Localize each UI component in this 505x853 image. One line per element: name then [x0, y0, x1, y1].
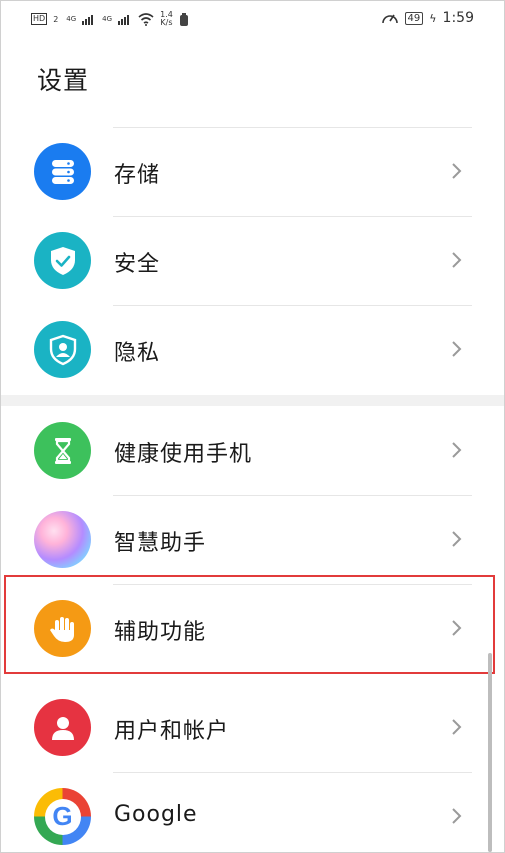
assistant-orb-icon: [34, 511, 91, 568]
hourglass-icon: [34, 422, 91, 479]
settings-item-storage[interactable]: 存储: [1, 127, 504, 216]
divider: [113, 584, 472, 585]
settings-item-smart-assistant[interactable]: 智慧助手: [1, 495, 504, 584]
user-icon: [34, 699, 91, 756]
divider: [113, 216, 472, 217]
divider: [113, 772, 472, 773]
settings-item-privacy[interactable]: 隐私: [1, 305, 504, 394]
settings-item-label: Google: [114, 802, 198, 827]
settings-item-label: 健康使用手机: [114, 442, 253, 467]
battery-indicator: 49: [404, 11, 424, 25]
notification-icon: [179, 12, 188, 26]
net-speed-unit: K/s: [160, 18, 173, 27]
wifi-icon: [138, 12, 154, 26]
settings-item-label: 隐私: [114, 341, 161, 366]
settings-group-1: 存储 安全 隐私: [1, 127, 504, 395]
hand-icon: [34, 600, 91, 657]
status-bar: HD 2 4G 4G 1.4 K/s 49 ϟ 1:59: [1, 1, 504, 41]
chevron-right-icon: [452, 252, 462, 268]
speedometer-icon: [381, 14, 398, 24]
settings-item-digital-balance[interactable]: 健康使用手机: [1, 406, 504, 495]
signal1-label: 4G: [66, 15, 77, 23]
signal-icon-2: [118, 15, 130, 25]
chevron-right-icon: [452, 341, 462, 357]
settings-item-users-accounts[interactable]: 用户和帐户: [1, 683, 504, 772]
settings-item-label: 安全: [114, 252, 161, 277]
chevron-right-icon: [452, 620, 462, 636]
google-g-glyph: G: [44, 798, 81, 835]
chevron-right-icon: [452, 531, 462, 547]
network-speed: 1.4 K/s: [160, 11, 173, 27]
settings-item-label: 智慧助手: [114, 531, 207, 556]
charging-icon: ϟ: [429, 11, 437, 25]
settings-item-label: 辅助功能: [114, 620, 207, 645]
settings-item-security[interactable]: 安全: [1, 216, 504, 305]
signal-icon: [82, 15, 94, 25]
screen: HD 2 4G 4G 1.4 K/s 49 ϟ 1:59 设置 存储 安全 隐私…: [0, 0, 505, 853]
chevron-right-icon: [452, 719, 462, 735]
google-icon: G: [34, 788, 91, 845]
settings-group-2: 健康使用手机 智慧助手 辅助功能 用户和帐户 G Google: [1, 406, 504, 852]
divider: [113, 495, 472, 496]
divider: [113, 305, 472, 306]
shield-check-icon: [34, 232, 91, 289]
settings-item-label: 用户和帐户: [114, 719, 230, 744]
signal2-label: 4G: [102, 15, 113, 23]
divider: [113, 127, 472, 128]
hd-icon: HD: [31, 13, 48, 25]
scrollbar[interactable]: [488, 653, 492, 852]
settings-item-accessibility[interactable]: 辅助功能: [1, 584, 504, 673]
hd-sub-label: 2: [53, 14, 59, 24]
chevron-right-icon: [452, 163, 462, 179]
settings-item-label: 存储: [114, 163, 161, 188]
chevron-right-icon: [452, 442, 462, 458]
privacy-icon: [34, 321, 91, 378]
chevron-right-icon: [452, 808, 462, 824]
storage-icon: [34, 143, 91, 200]
clock: 1:59: [442, 10, 474, 26]
header: 设置: [1, 41, 504, 127]
settings-item-google[interactable]: G Google: [1, 772, 504, 852]
page-title: 设置: [37, 66, 90, 95]
